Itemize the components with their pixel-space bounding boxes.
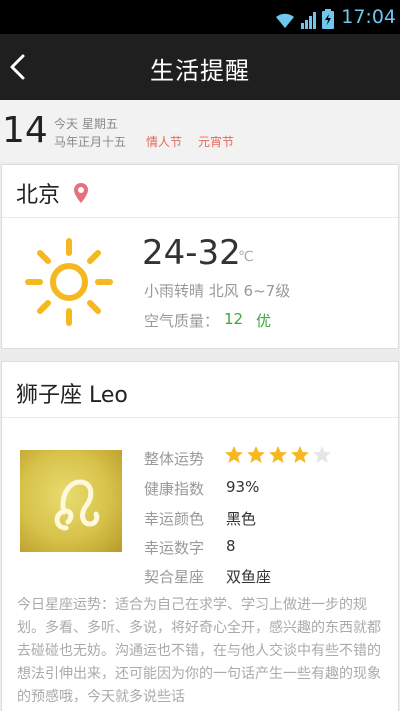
row-label: 健康指数 xyxy=(144,480,205,498)
weather-description: 小雨转晴 北风 6~7级 xyxy=(144,282,291,300)
fortune-stars xyxy=(224,445,332,465)
daily-fortune-text: 今日星座运势：适合为自己在求学、学习上做进一步的规划。多看、多听、多说，将好奇心… xyxy=(17,597,381,705)
star-filled-icon xyxy=(269,446,287,463)
date-day: 14 xyxy=(2,110,48,151)
date-bar: 14 今天 星期五 马年正月十五 情人节 元宵节 xyxy=(0,100,400,162)
sunny-weather-icon xyxy=(25,238,113,326)
location-pin-icon[interactable] xyxy=(74,183,88,203)
nav-bar: 生活提醒 xyxy=(0,34,400,100)
wifi-icon xyxy=(276,13,294,28)
star-filled-icon xyxy=(247,446,265,463)
row-value: 黑色 xyxy=(226,510,257,528)
leo-emblem-icon xyxy=(20,450,122,552)
temperature-range: 24-32 xyxy=(142,233,241,273)
festival-lantern: 元宵节 xyxy=(198,135,235,149)
signal-icon xyxy=(301,12,316,29)
star-empty-icon xyxy=(313,446,331,463)
status-time: 17:04 xyxy=(341,6,396,28)
star-filled-icon xyxy=(225,446,243,463)
battery-icon xyxy=(322,9,334,29)
health-index-row: 健康指数 93% xyxy=(144,478,259,499)
temperature-unit: ℃ xyxy=(238,249,254,265)
row-label: 契合星座 xyxy=(144,568,205,586)
weather-card[interactable]: 北京 24-32 ℃ 小雨转晴 北风 6~7级 空气质量： 12 优 xyxy=(1,164,399,349)
overall-fortune-row: 整体运势 xyxy=(144,446,331,469)
date-lunar: 马年正月十五 xyxy=(54,135,127,149)
horoscope-card[interactable]: 狮子座 Leo 整体运势 健康指数 93% 幸运颜色 黑色 幸运数字 8 契合星… xyxy=(1,361,399,711)
status-icons xyxy=(274,9,334,29)
row-label: 幸运颜色 xyxy=(144,510,205,528)
divider xyxy=(2,217,398,218)
page-title: 生活提醒 xyxy=(150,57,250,85)
star-filled-icon xyxy=(291,446,309,463)
match-sign-row: 契合星座 双鱼座 xyxy=(144,566,271,587)
row-value: 双鱼座 xyxy=(226,568,272,586)
lucky-color-row: 幸运颜色 黑色 xyxy=(144,508,256,529)
zodiac-sign-title: 狮子座 Leo xyxy=(16,383,128,408)
status-bar: 17:04 xyxy=(0,0,400,34)
row-label: 幸运数字 xyxy=(144,539,205,557)
date-weekday: 今天 星期五 xyxy=(54,117,118,131)
row-value: 8 xyxy=(226,537,236,555)
air-quality-label: 空气质量： xyxy=(144,312,220,330)
city-name: 北京 xyxy=(16,183,61,208)
festival-valentine: 情人节 xyxy=(146,135,183,149)
air-quality-value: 12 xyxy=(224,310,244,328)
air-quality-level: 优 xyxy=(256,312,272,330)
row-value: 93% xyxy=(226,478,260,496)
divider xyxy=(2,417,398,418)
row-label: 整体运势 xyxy=(144,450,205,468)
lucky-number-row: 幸运数字 8 xyxy=(144,537,236,558)
